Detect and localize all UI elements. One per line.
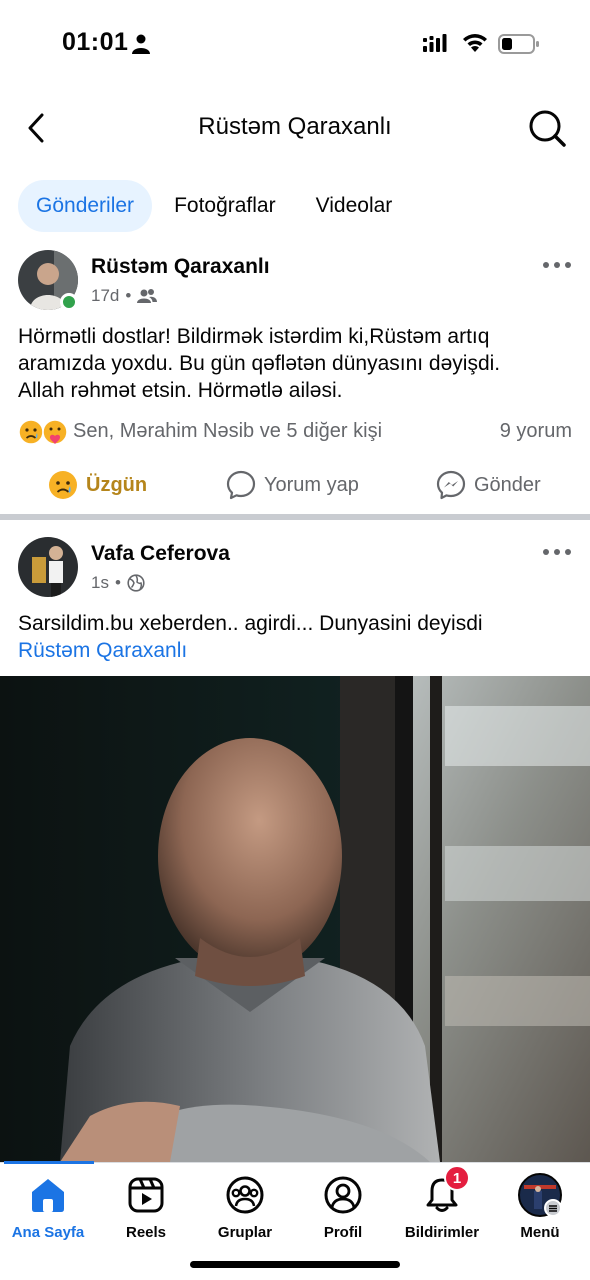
post-author[interactable]: Rüstəm Qaraxanlı xyxy=(91,255,270,279)
post-header: Rüstəm Qaraxanlı 17d • xyxy=(18,250,572,312)
reactions-text[interactable]: Sen, Mərahim Nəsib ve 5 diğer kişi xyxy=(73,420,382,443)
react-button[interactable]: Üzgün xyxy=(48,462,147,508)
comment-icon xyxy=(226,470,256,500)
messenger-icon xyxy=(436,470,466,500)
post-meta: 1s • xyxy=(91,573,145,593)
share-label: Gönder xyxy=(474,473,541,496)
nav-label: Bildirimler xyxy=(404,1224,480,1241)
post-photo[interactable] xyxy=(0,676,590,1162)
status-bar: 01:01 xyxy=(0,0,590,90)
comment-count[interactable]: 9 yorum xyxy=(500,420,572,443)
top-bar: Rüstəm Qaraxanlı xyxy=(0,95,590,161)
menu-avatar-icon xyxy=(518,1173,562,1217)
notification-badge: 1 xyxy=(444,1165,470,1191)
post-actions: Üzgün Yorum yap Gönder xyxy=(0,462,590,508)
post-body: Sarsildim.bu xeberden.. agirdi... Dunyas… xyxy=(18,610,572,664)
cellular-signal-icon xyxy=(423,34,447,52)
author-avatar[interactable] xyxy=(18,537,78,597)
person-status-icon xyxy=(132,34,150,54)
sad-reaction-icon xyxy=(18,419,44,445)
sad-reaction-icon xyxy=(49,471,77,499)
care-reaction-icon xyxy=(42,419,68,445)
post-more-button[interactable] xyxy=(542,541,572,563)
reels-icon xyxy=(128,1177,164,1213)
mention-link[interactable]: Rüstəm Qaraxanlı xyxy=(18,637,572,664)
nav-reels[interactable]: Reels xyxy=(97,1175,195,1251)
wifi-icon xyxy=(463,34,487,52)
nav-label: Profil xyxy=(323,1224,363,1241)
nav-label: Gruplar xyxy=(217,1224,273,1241)
nav-groups[interactable]: Gruplar xyxy=(196,1175,294,1251)
post-author[interactable]: Vafa Ceferova xyxy=(91,542,230,566)
reactions-summary[interactable]: Sen, Mərahim Nəsib ve 5 diğer kişi 9 yor… xyxy=(18,416,572,448)
home-indicator xyxy=(190,1261,400,1268)
groups-icon xyxy=(226,1176,264,1214)
globe-icon xyxy=(127,574,145,592)
status-time: 01:01 xyxy=(62,28,129,56)
battery-icon xyxy=(498,34,539,54)
nav-notifications[interactable]: 1 Bildirimler xyxy=(393,1165,491,1251)
tab-videos[interactable]: Videolar xyxy=(298,180,411,232)
online-status-indicator xyxy=(60,293,78,311)
post-meta: 17d • xyxy=(91,286,158,306)
profile-tabs: Gönderiler Fotoğraflar Videolar xyxy=(18,180,410,232)
post-time[interactable]: 17d xyxy=(91,286,119,306)
post-body: Hörmətli dostlar! Bildirmək istərdim ki,… xyxy=(18,323,572,404)
nav-label: Menü xyxy=(520,1224,560,1241)
profile-icon xyxy=(324,1176,362,1214)
portrait-photo xyxy=(0,676,590,1162)
comment-button[interactable]: Yorum yap xyxy=(226,462,359,508)
nav-profile[interactable]: Profil xyxy=(294,1175,392,1251)
nav-label: Reels xyxy=(125,1224,167,1241)
active-tab-indicator xyxy=(4,1161,94,1164)
reaction-icons xyxy=(18,419,68,445)
post-text-line: Hörmətli dostlar! Bildirmək istərdim ki,… xyxy=(18,325,490,348)
home-icon xyxy=(32,1179,64,1212)
post-time[interactable]: 1s xyxy=(91,573,109,593)
meta-dot: • xyxy=(114,573,121,592)
share-button[interactable]: Gönder xyxy=(436,462,541,508)
friends-icon xyxy=(137,289,158,303)
meta-dot: • xyxy=(125,286,132,305)
post-text-line: aramızda yoxdu. Bu gün qəflətən dünyasın… xyxy=(18,352,501,375)
tab-photos[interactable]: Fotoğraflar xyxy=(156,180,294,232)
post-text-line: Allah rəhmət etsin. Hörmətlə ailəsi. xyxy=(18,379,343,402)
post-separator xyxy=(0,514,590,520)
nav-menu[interactable]: Menü xyxy=(491,1173,589,1251)
post-more-button[interactable] xyxy=(542,254,572,276)
post-header: Vafa Ceferova 1s • xyxy=(18,537,572,599)
post-text-line: Sarsildim.bu xeberden.. agirdi... Dunyas… xyxy=(18,612,483,635)
nav-home[interactable]: Ana Sayfa xyxy=(0,1175,97,1251)
react-label: Üzgün xyxy=(86,473,148,496)
tab-posts[interactable]: Gönderiler xyxy=(18,180,153,232)
search-button[interactable] xyxy=(526,107,568,149)
nav-label: Ana Sayfa xyxy=(11,1224,85,1241)
page-title: Rüstəm Qaraxanlı xyxy=(198,113,392,140)
comment-label: Yorum yap xyxy=(264,473,359,496)
